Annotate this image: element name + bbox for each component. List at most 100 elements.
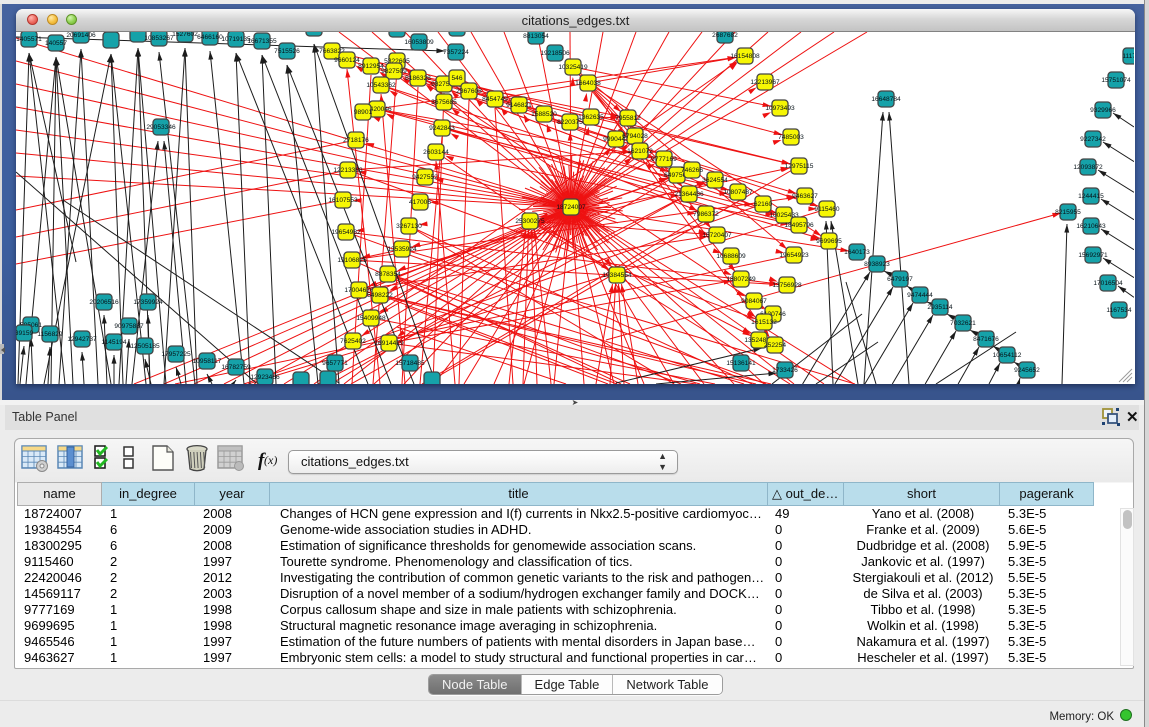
svg-text:417006: 417006 — [409, 199, 431, 206]
svg-text:3267130: 3267130 — [396, 223, 422, 230]
svg-text:7625402: 7625402 — [340, 338, 366, 345]
svg-text:16210643: 16210643 — [1076, 223, 1106, 230]
svg-text:1664038: 1664038 — [575, 80, 601, 87]
svg-text:7032621: 7032621 — [950, 320, 976, 327]
svg-text:9227342: 9227342 — [1080, 136, 1106, 143]
svg-text:2935114: 2935114 — [927, 304, 953, 311]
svg-text:9245652: 9245652 — [1014, 367, 1040, 374]
svg-text:1405571: 1405571 — [16, 36, 42, 43]
svg-text:3624554: 3624554 — [702, 177, 728, 184]
svg-text:1621072: 1621072 — [627, 148, 653, 155]
svg-text:62160: 62160 — [754, 201, 773, 208]
svg-text:9427552: 9427552 — [412, 174, 438, 181]
svg-text:16671355: 16671355 — [247, 38, 277, 45]
svg-text:9827509: 9827509 — [381, 68, 407, 75]
svg-text:17016504: 17016504 — [1093, 280, 1123, 287]
svg-text:8938923: 8938923 — [864, 261, 890, 268]
svg-text:7515526: 7515526 — [274, 48, 300, 55]
svg-text:16914479: 16914479 — [374, 340, 404, 347]
svg-text:39159: 39159 — [16, 330, 33, 337]
svg-text:1615132: 1615132 — [751, 319, 777, 326]
svg-text:16107553: 16107553 — [328, 197, 358, 204]
svg-text:10958117: 10958117 — [193, 358, 222, 365]
svg-text:16648784: 16648784 — [871, 96, 901, 103]
svg-text:10325419: 10325419 — [558, 64, 588, 71]
svg-text:12213383: 12213383 — [333, 167, 363, 174]
svg-text:1527602: 1527602 — [172, 32, 198, 38]
svg-text:18724007: 18724007 — [556, 204, 586, 211]
svg-text:546: 546 — [451, 75, 462, 82]
svg-text:10853267: 10853267 — [144, 35, 174, 42]
svg-text:7986372: 7986372 — [693, 211, 719, 218]
svg-text:9146821: 9146821 — [506, 102, 532, 109]
svg-text:7955812: 7955812 — [615, 115, 641, 122]
svg-text:(x): (x) — [264, 453, 277, 467]
svg-text:11172: 11172 — [1122, 53, 1134, 60]
svg-text:18807249: 18807249 — [726, 276, 756, 283]
svg-text:21364436: 21364436 — [674, 191, 704, 198]
svg-text:2367608: 2367608 — [456, 88, 482, 95]
svg-text:9657771: 9657771 — [322, 360, 348, 367]
svg-text:12505185: 12505185 — [130, 343, 160, 350]
svg-text:98901: 98901 — [354, 109, 373, 116]
svg-text:12942737: 12942737 — [67, 336, 97, 343]
svg-text:8878354: 8878354 — [375, 271, 401, 278]
svg-text:18495796: 18495796 — [784, 222, 814, 229]
svg-text:20691406: 20691406 — [66, 32, 96, 39]
svg-text:10543362: 10543362 — [366, 82, 396, 89]
svg-text:17957225: 17957225 — [161, 351, 191, 358]
svg-text:9777169: 9777169 — [651, 156, 677, 163]
svg-text:1145194: 1145194 — [101, 339, 127, 346]
svg-text:9660124: 9660124 — [334, 57, 360, 64]
svg-text:16053809: 16053809 — [404, 39, 434, 46]
svg-text:1588520: 1588520 — [531, 111, 557, 118]
svg-text:15136141: 15136141 — [726, 360, 756, 367]
svg-text:252254: 252254 — [764, 342, 786, 349]
svg-text:10654112: 10654112 — [993, 352, 1022, 359]
svg-text:19654923: 19654923 — [779, 252, 809, 259]
svg-text:1156829: 1156829 — [37, 331, 63, 338]
svg-text:12213967: 12213967 — [750, 79, 780, 86]
svg-text:9115460: 9115460 — [814, 206, 840, 213]
svg-text:2603144: 2603144 — [423, 149, 449, 156]
svg-text:9242843: 9242843 — [429, 125, 455, 132]
svg-text:8454749: 8454749 — [482, 96, 508, 103]
svg-text:2718176: 2718176 — [343, 137, 369, 144]
svg-text:12093872: 12093872 — [1073, 164, 1103, 171]
svg-text:29053346: 29053346 — [146, 124, 176, 131]
svg-text:6479197: 6479197 — [887, 276, 913, 283]
svg-text:10688609: 10688609 — [716, 253, 746, 260]
svg-text:7357224: 7357224 — [443, 49, 469, 56]
svg-text:9084067: 9084067 — [741, 298, 767, 305]
svg-text:8186328: 8186328 — [405, 75, 431, 82]
svg-text:1244415: 1244415 — [1078, 193, 1104, 200]
svg-text:1362635: 1362635 — [578, 114, 604, 121]
svg-text:5498222: 5498222 — [367, 292, 393, 299]
svg-text:15718485: 15718485 — [395, 360, 425, 367]
svg-text:8215955: 8215955 — [1055, 209, 1081, 216]
svg-text:19218506: 19218506 — [540, 50, 570, 57]
svg-text:10807487: 10807487 — [723, 189, 753, 196]
svg-text:19384554: 19384554 — [602, 272, 632, 279]
svg-text:8813054: 8813054 — [523, 33, 549, 40]
svg-text:140557: 140557 — [45, 40, 67, 47]
svg-text:16154808: 16154808 — [730, 53, 760, 60]
svg-text:7485003: 7485003 — [778, 134, 804, 141]
svg-text:6466160: 6466160 — [197, 34, 223, 41]
svg-text:20206516: 20206516 — [89, 299, 119, 306]
svg-text:1167534: 1167534 — [1106, 307, 1132, 314]
svg-text:13535924: 13535924 — [387, 246, 417, 253]
svg-text:15409948: 15409948 — [356, 315, 386, 322]
svg-text:10973493: 10973493 — [765, 105, 795, 112]
svg-text:25300275: 25300275 — [515, 218, 545, 225]
svg-text:15751074: 15751074 — [1101, 77, 1131, 84]
svg-text:2687682: 2687682 — [712, 32, 738, 39]
svg-text:1733426: 1733426 — [772, 367, 798, 374]
svg-text:6794028: 6794028 — [622, 133, 648, 140]
svg-text:9699695: 9699695 — [816, 238, 842, 245]
svg-text:13756928: 13756928 — [772, 282, 802, 289]
svg-text:15692971: 15692971 — [1078, 252, 1108, 259]
svg-text:8471676: 8471676 — [973, 336, 999, 343]
svg-text:9463627: 9463627 — [792, 193, 818, 200]
svg-text:12923466: 12923466 — [250, 374, 280, 381]
